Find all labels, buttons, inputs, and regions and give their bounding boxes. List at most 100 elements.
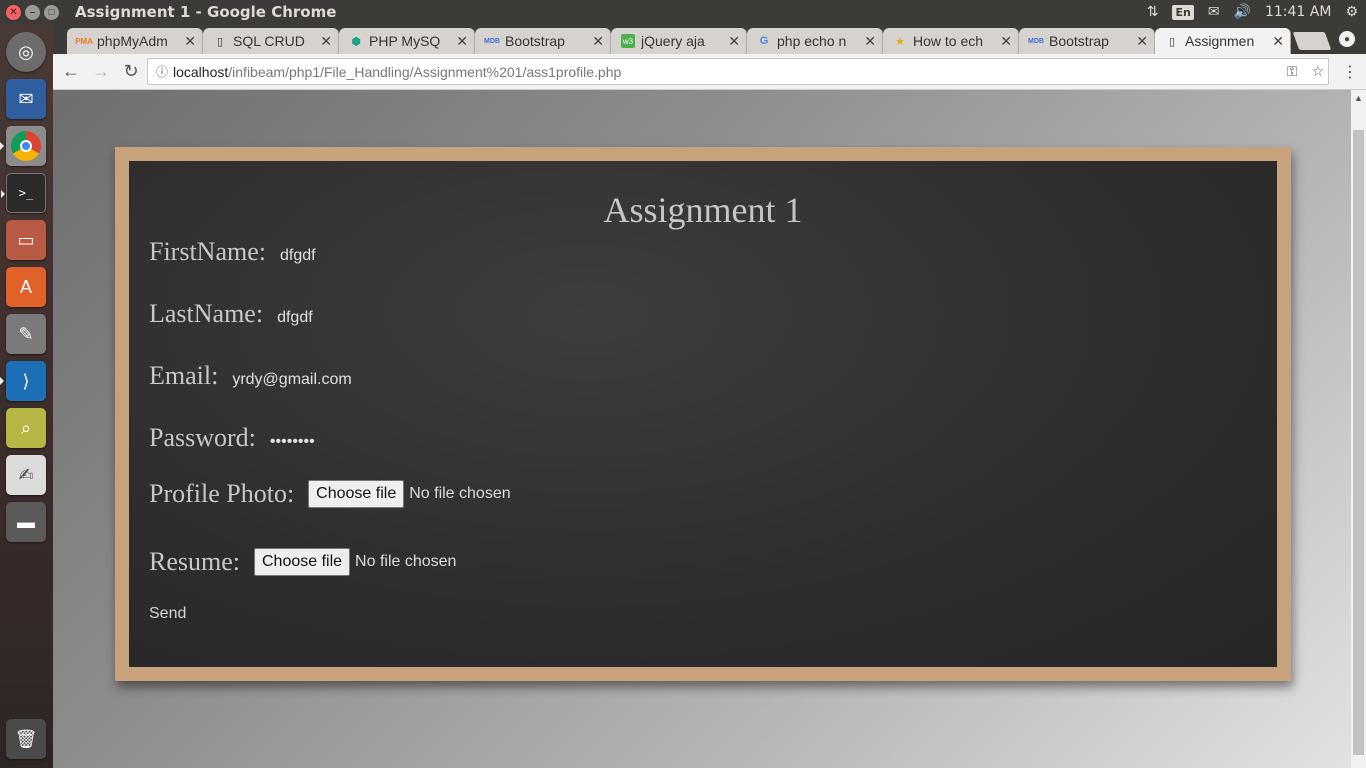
close-icon[interactable]: ✕: [184, 33, 196, 50]
back-arrow-icon[interactable]: ←: [57, 58, 85, 86]
tab-how-to-echo[interactable]: ★ How to ech ✕: [883, 28, 1019, 54]
vertical-scrollbar[interactable]: ▲: [1351, 90, 1366, 768]
url-path: /infibeam/php1/File_Handling/Assignment%…: [228, 63, 622, 80]
chalkboard: Assignment 1 FirstName: dfgdf LastName: …: [129, 161, 1277, 667]
scroll-up-arrow-icon[interactable]: ▲: [1354, 93, 1363, 103]
page-title: Assignment 1: [603, 190, 803, 230]
bookmark-star-icon[interactable]: ☆: [1311, 63, 1324, 80]
firstname-row: FirstName: dfgdf: [149, 237, 316, 267]
password-value: ••••••••: [269, 433, 315, 450]
star-icon: ★: [895, 35, 905, 48]
info-icon[interactable]: ⓘ: [151, 63, 173, 80]
tab-sql-crud[interactable]: ▯ SQL CRUD ✕: [203, 28, 339, 54]
pma-icon: PMA: [75, 36, 93, 46]
resume-file-status: No file chosen: [355, 553, 457, 570]
tab-assignment-active[interactable]: ▯ Assignmen ✕: [1155, 28, 1291, 54]
reload-icon[interactable]: ↻: [117, 58, 145, 86]
file-manager-icon[interactable]: ▭: [6, 220, 46, 260]
chrome-icon[interactable]: [0, 126, 46, 166]
system-monitor-icon[interactable]: ⌕: [6, 408, 46, 448]
scrollbar-thumb[interactable]: [1353, 130, 1364, 755]
tab-bootstrap[interactable]: MDB Bootstrap ✕: [475, 28, 611, 54]
tab-phpmyadmin[interactable]: PMA phpMyAdm ✕: [67, 28, 203, 54]
software-center-icon[interactable]: A: [6, 267, 46, 307]
menu-dots-icon[interactable]: ⋮: [1342, 62, 1358, 82]
maximize-window-button[interactable]: □: [44, 4, 59, 20]
hex-icon: ⬢: [351, 35, 361, 48]
profile-photo-row: Profile Photo: Choose file No file chose…: [149, 479, 511, 509]
unity-launcher: ◎ ✉ >_ ▭ A ✎ ⟩ ⌕ ✍ ▬ 🗑: [0, 24, 53, 768]
resume-label: Resume:: [149, 547, 240, 576]
tab-title: Assignmen: [1185, 33, 1255, 49]
system-top-bar: ✕ – □ Assignment 1 - Google Chrome ⇅ En …: [0, 0, 1366, 24]
lastname-label: LastName:: [149, 299, 264, 328]
thunderbird-icon[interactable]: ✉: [6, 79, 46, 119]
drive-icon[interactable]: ▬: [6, 502, 46, 542]
google-icon: G: [759, 35, 769, 47]
document-icon: ▯: [1168, 35, 1176, 48]
trash-icon[interactable]: 🗑: [6, 719, 46, 759]
system-settings-icon[interactable]: ✎: [6, 314, 46, 354]
document-icon: ▯: [216, 35, 224, 48]
tab-jquery-ajax[interactable]: w3 jQuery aja ✕: [611, 28, 747, 54]
chalkboard-frame: Assignment 1 FirstName: dfgdf LastName: …: [115, 147, 1291, 681]
new-tab-button[interactable]: [1292, 32, 1332, 50]
minimize-window-button[interactable]: –: [25, 4, 40, 20]
email-row: Email: yrdy@gmail.com: [149, 361, 352, 391]
mdb-icon: MDB: [484, 37, 500, 45]
tab-title: Bootstrap: [1049, 33, 1109, 49]
forward-arrow-icon[interactable]: →: [87, 58, 115, 86]
profile-icon[interactable]: ●: [1339, 31, 1355, 47]
window-title: Assignment 1 - Google Chrome: [75, 3, 337, 21]
tab-title: jQuery aja: [641, 33, 705, 49]
email-value: yrdy@gmail.com: [232, 371, 352, 388]
close-icon[interactable]: ✕: [456, 33, 468, 50]
mail-icon[interactable]: ✉: [1208, 4, 1220, 20]
tab-title: PHP MySQ: [369, 33, 441, 49]
key-icon[interactable]: ⚿: [1287, 63, 1298, 80]
tab-title: SQL CRUD: [233, 33, 305, 49]
profile-photo-file-status: No file chosen: [409, 485, 511, 502]
settings-gear-icon[interactable]: ⚙: [1345, 4, 1358, 20]
close-icon[interactable]: ✕: [1136, 33, 1148, 50]
tab-title: php echo n: [777, 33, 847, 49]
text-editor-icon[interactable]: ✍: [6, 455, 46, 495]
close-icon[interactable]: ✕: [1000, 33, 1012, 50]
profile-photo-choose-file-button[interactable]: Choose file: [308, 480, 405, 508]
w3-icon: w3: [621, 34, 635, 48]
volume-icon[interactable]: 🔊: [1234, 4, 1251, 20]
ubuntu-dash-icon[interactable]: ◎: [6, 32, 46, 72]
network-transfer-icon[interactable]: ⇅: [1147, 4, 1159, 20]
address-bar[interactable]: ⓘ localhost/infibeam/php1/File_Handling/…: [147, 58, 1329, 85]
password-label: Password:: [149, 423, 256, 452]
close-window-button[interactable]: ✕: [6, 4, 21, 20]
system-indicators: ⇅ En ✉ 🔊 11:41 AM ⚙: [1147, 0, 1358, 24]
tab-title: How to ech: [913, 33, 984, 49]
browser-toolbar: ← → ↻ ⓘ localhost/infibeam/php1/File_Han…: [53, 54, 1366, 90]
clock[interactable]: 11:41 AM: [1265, 4, 1331, 20]
tab-title: Bootstrap: [505, 33, 565, 49]
password-row: Password: ••••••••: [149, 423, 315, 453]
keyboard-language-indicator[interactable]: En: [1172, 4, 1194, 20]
lastname-value: dfgdf: [277, 309, 313, 326]
tab-strip: PMA phpMyAdm ✕ ▯ SQL CRUD ✕ ⬢ PHP MySQ ✕…: [53, 24, 1366, 54]
close-icon[interactable]: ✕: [592, 33, 604, 50]
close-icon[interactable]: ✕: [1272, 33, 1284, 50]
tab-php-echo[interactable]: G php echo n ✕: [747, 28, 883, 54]
vscode-icon[interactable]: ⟩: [0, 361, 46, 401]
close-icon[interactable]: ✕: [320, 33, 332, 50]
close-icon[interactable]: ✕: [864, 33, 876, 50]
email-label: Email:: [149, 361, 219, 390]
close-icon[interactable]: ✕: [728, 33, 740, 50]
tab-bootstrap-2[interactable]: MDB Bootstrap ✕: [1019, 28, 1155, 54]
window-controls: ✕ – □: [6, 4, 59, 20]
url-host: localhost: [173, 63, 229, 80]
page-viewport: Assignment 1 FirstName: dfgdf LastName: …: [53, 90, 1351, 768]
send-button[interactable]: Send: [149, 605, 186, 623]
lastname-row: LastName: dfgdf: [149, 299, 313, 329]
tab-php-mysql[interactable]: ⬢ PHP MySQ ✕: [339, 28, 475, 54]
tab-title: phpMyAdm: [97, 33, 168, 49]
resume-choose-file-button[interactable]: Choose file: [254, 548, 351, 576]
terminal-icon[interactable]: >_: [1, 173, 46, 213]
firstname-label: FirstName:: [149, 237, 266, 266]
